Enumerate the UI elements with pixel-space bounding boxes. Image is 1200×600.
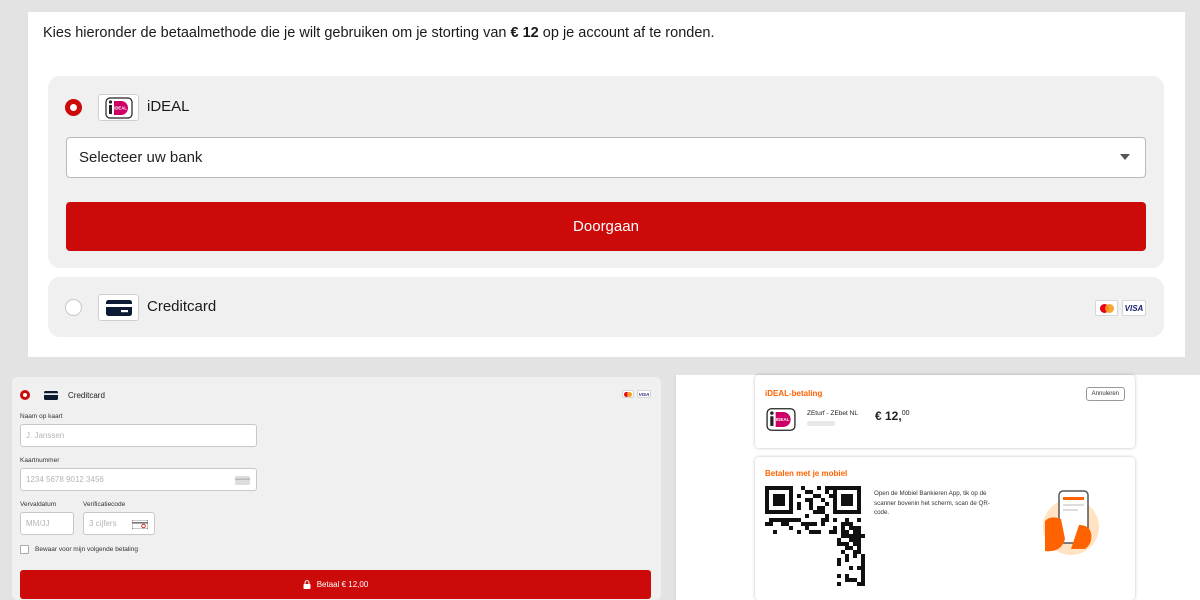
cvc-label: Verificatiecode [83, 501, 126, 508]
card-brand-logos-small: VISA [622, 390, 651, 398]
creditcard-radio[interactable] [65, 299, 82, 316]
merchant-reference-blur [807, 421, 835, 426]
creditcard-form-title: Creditcard [68, 391, 105, 400]
visa-icon: VISA [637, 390, 651, 398]
credit-card-icon [105, 299, 132, 316]
save-card-checkbox[interactable] [20, 545, 29, 554]
chevron-down-icon [1120, 154, 1130, 160]
bank-select-value: Selecteer uw bank [79, 149, 203, 166]
card-number-input[interactable]: 1234 5678 9012 3456 [20, 468, 257, 491]
phone-scan-illustration [1043, 490, 1099, 555]
cancel-button[interactable]: Annuleren [1085, 387, 1125, 401]
card-placeholder-icon [235, 476, 250, 485]
creditcard-form-radio[interactable] [20, 390, 30, 400]
pay-button-label: Betaal € 12,00 [316, 580, 369, 589]
ideal-icon: IDEAL [766, 408, 796, 431]
save-card-label: Bewaar voor mijn volgende betaling [35, 546, 138, 553]
mastercard-icon [622, 390, 634, 398]
expiry-label: Vervaldatum [20, 501, 57, 508]
intro-text-before: Kies hieronder de betaalmethode die je w… [43, 25, 507, 41]
creditcard-logo [98, 294, 139, 321]
payment-amount-cents: 00 [901, 410, 910, 417]
ideal-payment-card: iDEAL-betaling Annuleren IDEAL ZEturf - … [755, 375, 1135, 448]
ideal-icon: IDEAL [104, 96, 133, 119]
svg-text:IDEAL: IDEAL [776, 417, 790, 422]
creditcard-form-panel: Creditcard VISA Naam op kaart J. Janssen… [12, 377, 661, 600]
expiry-input[interactable]: MM/JJ [20, 512, 74, 535]
credit-card-icon [44, 391, 58, 400]
name-on-card-label: Naam op kaart [20, 413, 63, 420]
ideal-radio[interactable] [65, 99, 82, 116]
intro-text: Kies hieronder de betaalmethode die je w… [43, 25, 715, 41]
bank-select[interactable]: Selecteer uw bank [66, 137, 1146, 178]
continue-button[interactable]: Doorgaan [66, 202, 1146, 251]
card-brand-logos: VISA [1095, 300, 1146, 316]
intro-text-after: op je account af te ronden. [542, 25, 715, 41]
mobile-payment-title: Betalen met je mobiel [765, 469, 848, 478]
payment-method-panel: Kies hieronder de betaalmethode die je w… [28, 12, 1185, 357]
name-on-card-input[interactable]: J. Janssen [20, 424, 257, 447]
ideal-label: iDEAL [147, 98, 190, 115]
cvc-input[interactable]: 3 cijfers [83, 512, 155, 535]
creditcard-label: Creditcard [147, 298, 217, 315]
name-on-card-placeholder: J. Janssen [26, 431, 65, 440]
payment-amount: € 12,00 [875, 409, 910, 423]
deposit-amount: € 12 [510, 25, 539, 41]
card-number-placeholder: 1234 5678 9012 3456 [26, 475, 104, 484]
cvc-card-icon [132, 520, 148, 529]
visa-icon: VISA [1122, 300, 1146, 316]
svg-text:IDEAL: IDEAL [114, 105, 127, 110]
ideal-logo: IDEAL [98, 94, 139, 121]
creditcard-method-card[interactable]: Creditcard VISA [48, 277, 1164, 337]
ideal-payment-panel: iDEAL-betaling Annuleren IDEAL ZEturf - … [676, 375, 1200, 600]
payment-amount-main: € 12, [875, 409, 902, 423]
pay-button[interactable]: Betaal € 12,00 [20, 570, 651, 599]
mobile-payment-card: Betalen met je mobiel Open de Mobiel Ban… [755, 457, 1135, 600]
cvc-placeholder: 3 cijfers [89, 519, 117, 528]
qr-code [765, 486, 865, 586]
ideal-method-card[interactable]: IDEAL iDEAL Selecteer uw bank Doorgaan [48, 76, 1164, 268]
expiry-placeholder: MM/JJ [26, 519, 50, 528]
ideal-payment-title: iDEAL-betaling [765, 389, 823, 398]
lock-icon [303, 580, 311, 589]
mastercard-icon [1095, 300, 1118, 316]
merchant-name: ZEturf - ZEbet NL [807, 410, 858, 417]
card-number-label: Kaartnummer [20, 457, 60, 464]
mobile-instructions: Open de Mobiel Bankieren App, tik op de … [874, 490, 990, 516]
